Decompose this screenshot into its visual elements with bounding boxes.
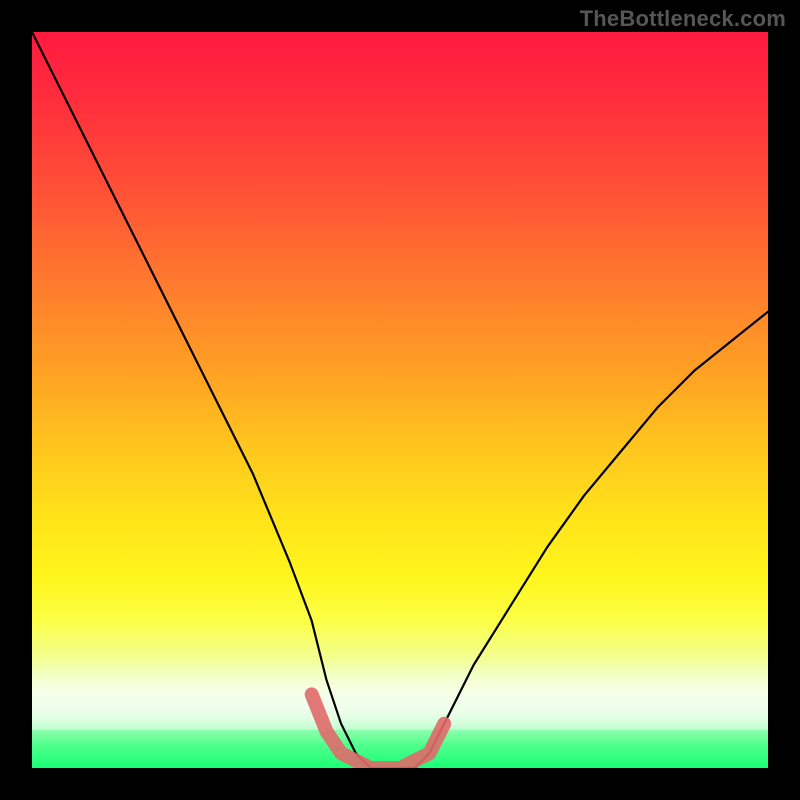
curve-layer bbox=[32, 32, 768, 768]
chart-frame: TheBottleneck.com bbox=[0, 0, 800, 800]
bottleneck-curve bbox=[32, 32, 768, 768]
watermark-text: TheBottleneck.com bbox=[580, 6, 786, 32]
optimal-valley-highlight bbox=[312, 694, 445, 768]
plot-area bbox=[32, 32, 768, 768]
